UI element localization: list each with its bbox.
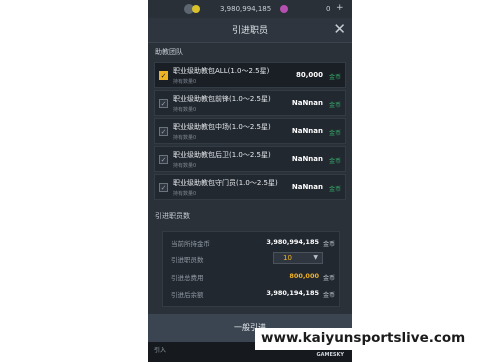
package-name: 职业级助教包后卫(1.0～2.5星) <box>173 151 271 159</box>
remaining-balance-label: 引进后余额 <box>171 291 204 299</box>
lower-bar-text: 引入 <box>154 347 167 354</box>
modal-header: 引进职员 ✕ <box>148 18 352 43</box>
coin-unit: 金币 <box>322 275 335 282</box>
list-item-package-goalkeeper[interactable]: ✓ 职业级助教包守门员(1.0～2.5星) 持有数量0 NaNnan 金币 <box>154 174 346 200</box>
checkbox[interactable]: ✓ <box>159 99 168 108</box>
staff-count-value: 10 <box>283 254 292 262</box>
section-assistant-team: 助教团队 <box>155 48 183 56</box>
list-item-package-midfield[interactable]: ✓ 职业级助教包中场(1.0～2.5星) 持有数量0 NaNnan 金币 <box>154 118 346 144</box>
package-name: 职业级助教包中场(1.0～2.5星) <box>173 123 271 131</box>
total-cost-label: 引进总费用 <box>171 274 204 282</box>
list-item-package-all[interactable]: ✓ 职业级助教包ALL(1.0～2.5星) 持有数量0 80,000 金币 <box>154 62 346 88</box>
right-value: 0 <box>326 5 331 13</box>
current-coins-label: 当前所持金币 <box>171 240 210 248</box>
price-unit: 金币 <box>328 74 341 81</box>
package-price: NaNnan <box>291 127 323 135</box>
coin-unit: 金币 <box>322 292 335 299</box>
remaining-balance-value: 3,980,194,185 <box>266 289 319 297</box>
checkbox[interactable]: ✓ <box>159 183 168 192</box>
staff-count-label: 引进职员数 <box>171 256 204 264</box>
current-coins-value: 3,980,994,185 <box>266 238 319 246</box>
package-owned: 持有数量0 <box>173 163 197 169</box>
summary-panel: 当前所持金币 3,980,994,185 金币 引进职员数 10 ▼ 引进总费用… <box>162 231 340 307</box>
package-price: 80,000 <box>295 71 323 79</box>
price-unit: 金币 <box>328 130 341 137</box>
checkbox[interactable]: ✓ <box>159 71 168 80</box>
package-owned: 持有数量0 <box>173 135 197 141</box>
package-name: 职业级助教包前锋(1.0～2.5星) <box>173 95 271 103</box>
package-owned: 持有数量0 <box>173 107 197 113</box>
package-name: 职业级助教包ALL(1.0～2.5星) <box>173 67 270 75</box>
package-price: NaNnan <box>291 99 323 107</box>
price-unit: 金币 <box>328 158 341 165</box>
package-owned: 持有数量0 <box>173 79 197 85</box>
gem-icon <box>280 5 288 13</box>
package-name: 职业级助教包守门员(1.0～2.5星) <box>173 179 278 187</box>
brand-logo: GAMESKY <box>316 352 344 358</box>
checkbox[interactable]: ✓ <box>159 155 168 164</box>
coin-icon <box>192 5 200 13</box>
close-icon[interactable]: ✕ <box>333 20 346 38</box>
status-bar: 3,980,994,185 0 + <box>148 0 352 20</box>
add-currency-button[interactable]: + <box>336 3 344 13</box>
chevron-down-icon: ▼ <box>313 254 318 261</box>
section-staff-count: 引进职员数 <box>155 212 190 220</box>
package-price: NaNnan <box>291 155 323 163</box>
currency-value: 3,980,994,185 <box>220 5 272 13</box>
package-price: NaNnan <box>291 183 323 191</box>
price-unit: 金币 <box>328 102 341 109</box>
modal-title: 引进职员 <box>231 26 268 36</box>
watermark-banner: www.kaiyunsportslive.com <box>255 328 493 350</box>
list-item-package-forward[interactable]: ✓ 职业级助教包前锋(1.0～2.5星) 持有数量0 NaNnan 金币 <box>154 90 346 116</box>
list-item-package-defender[interactable]: ✓ 职业级助教包后卫(1.0～2.5星) 持有数量0 NaNnan 金币 <box>154 146 346 172</box>
package-owned: 持有数量0 <box>173 191 197 197</box>
watermark-text: www.kaiyunsportslive.com <box>261 330 466 346</box>
price-unit: 金币 <box>328 186 341 193</box>
total-cost-value: 800,000 <box>289 272 319 280</box>
coin-unit: 金币 <box>322 241 335 248</box>
staff-count-select[interactable]: 10 ▼ <box>273 252 323 264</box>
checkbox[interactable]: ✓ <box>159 127 168 136</box>
